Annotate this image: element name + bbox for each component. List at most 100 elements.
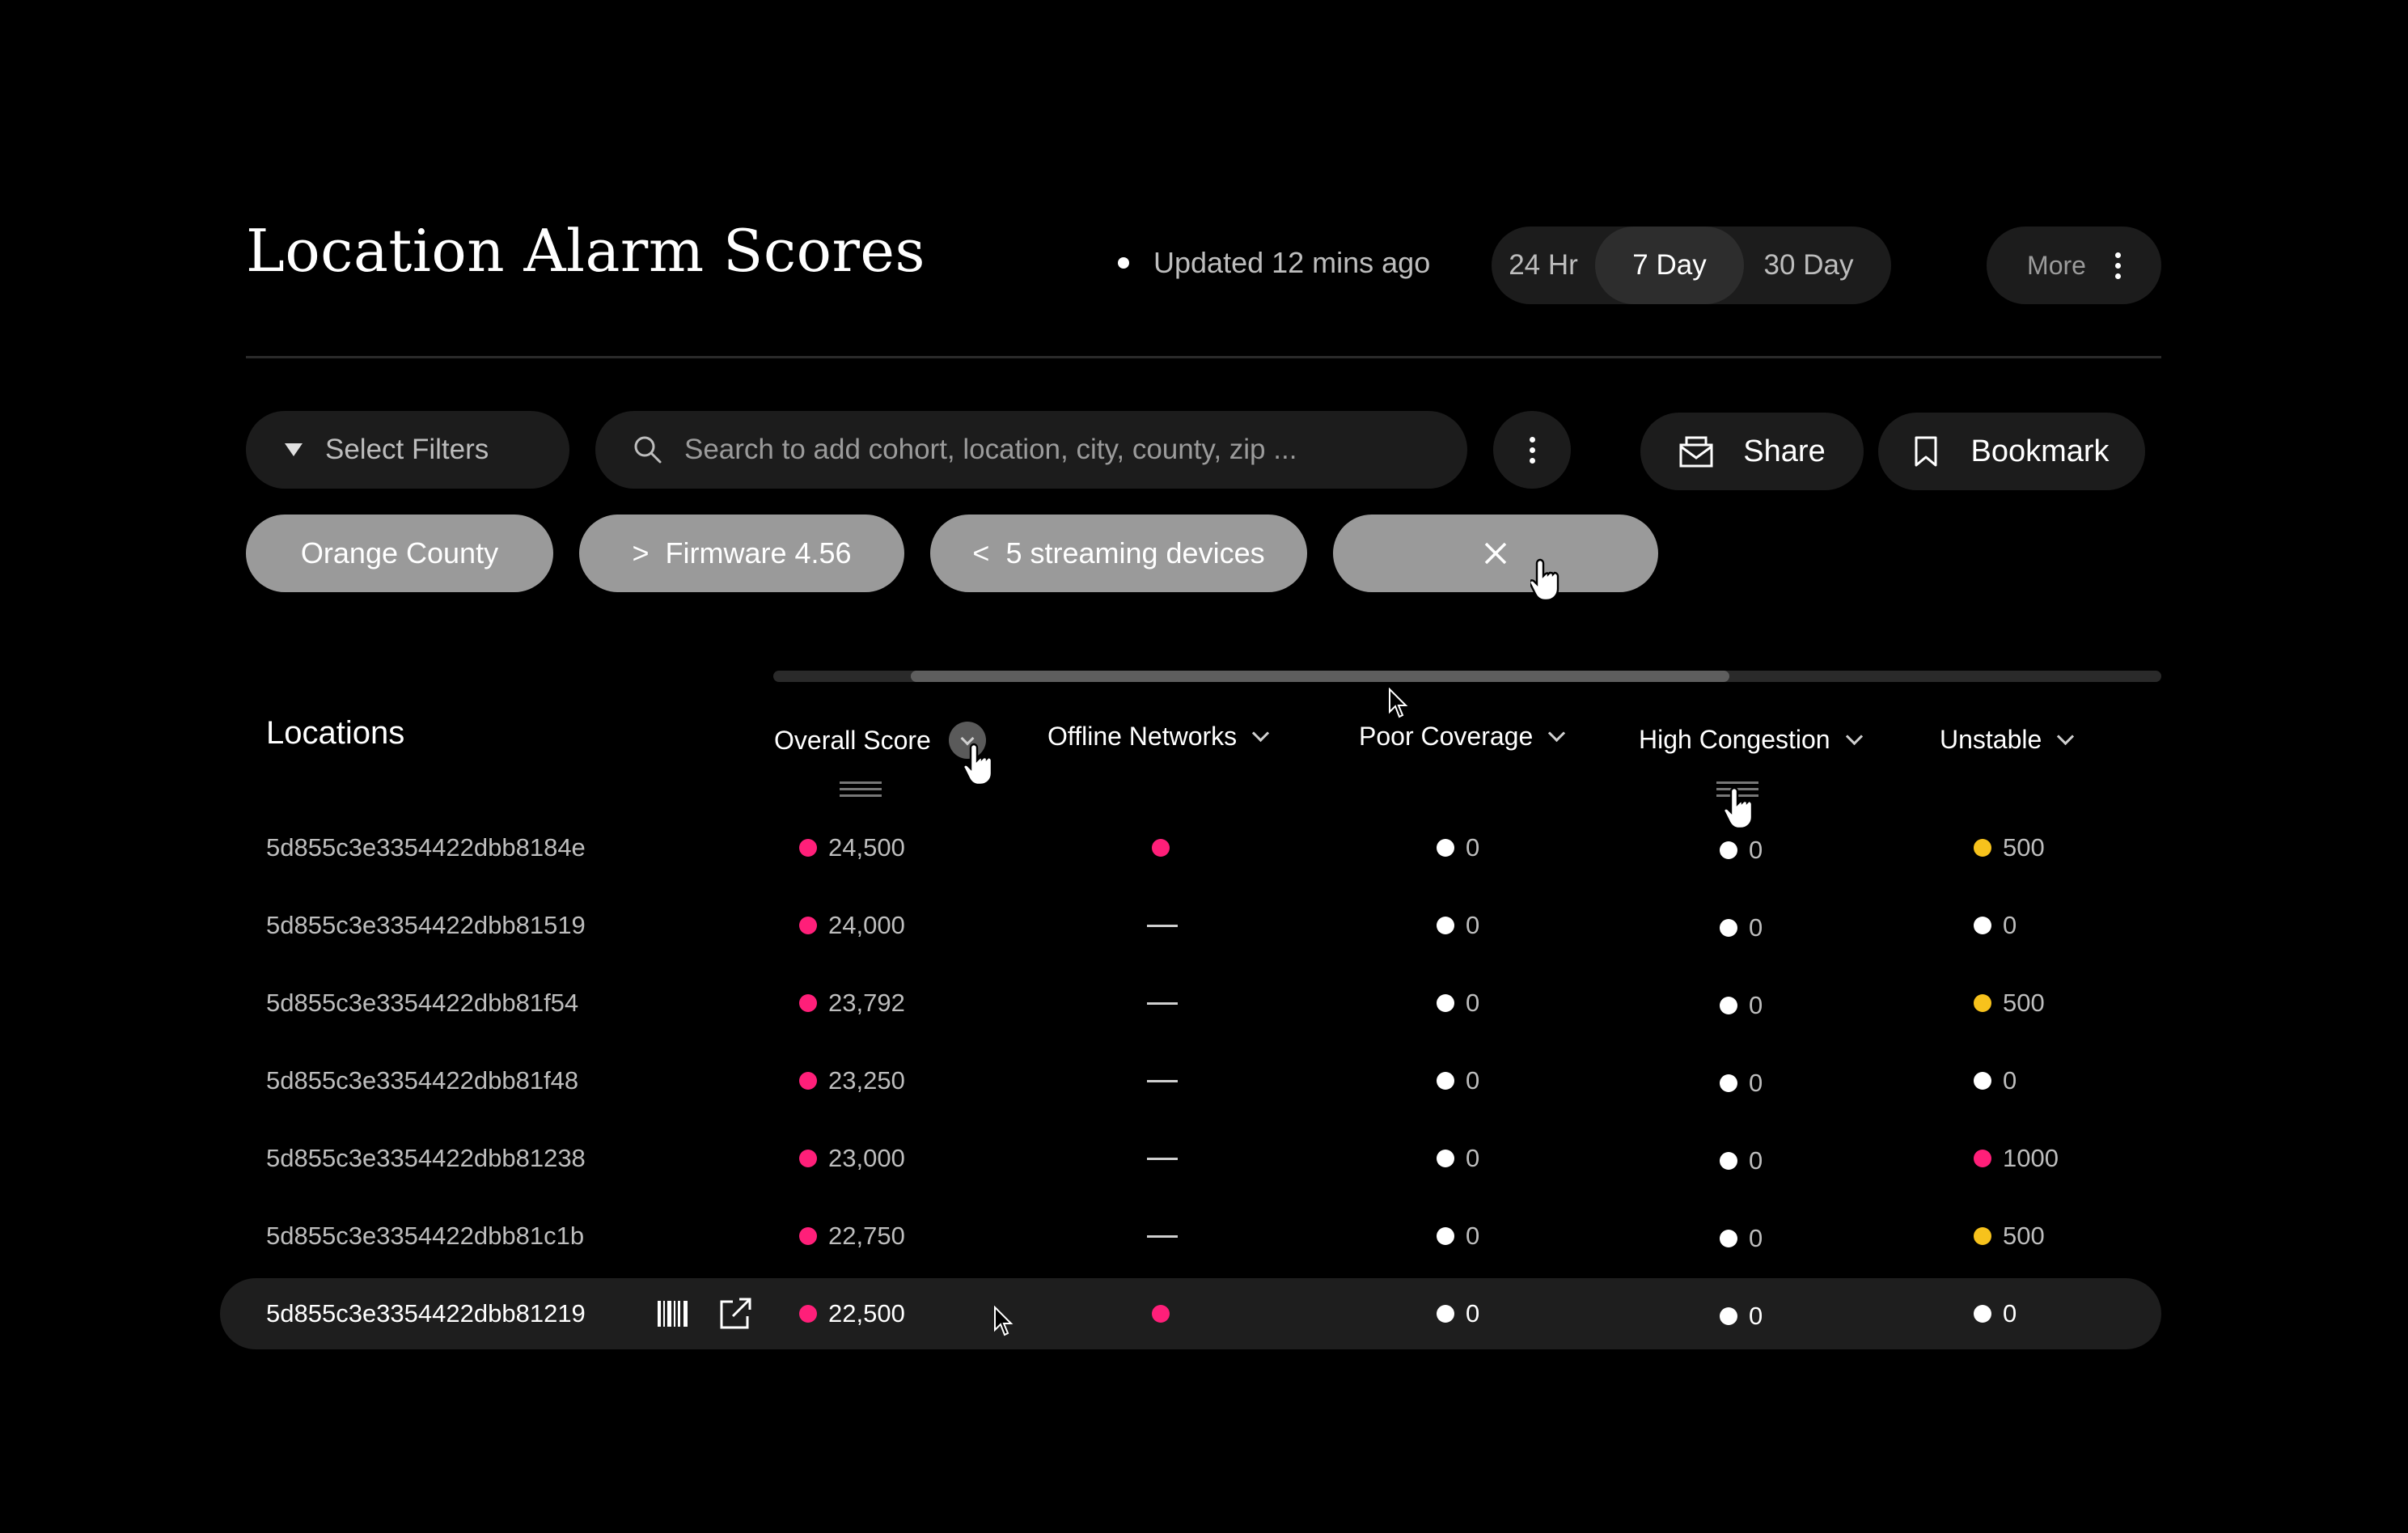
cell-value: 0	[1466, 1066, 1480, 1095]
status-dot-icon	[799, 839, 817, 857]
overall-score-cell: 24,000	[799, 890, 905, 961]
unstable-cell: 0	[1974, 890, 2017, 961]
unstable-cell: 500	[1974, 812, 2045, 883]
range-7day-button[interactable]: 7 Day	[1595, 227, 1744, 304]
location-id: 5d855c3e3354422dbb81f48	[266, 1045, 578, 1116]
column-label: Unstable	[1940, 725, 2042, 754]
updated-status: Updated 12 mins ago	[1118, 246, 1430, 280]
status-dot-icon	[799, 1305, 817, 1323]
hand-cursor-icon	[964, 743, 993, 786]
offline-networks-cell	[1147, 1045, 1178, 1116]
unstable-cell: 500	[1974, 968, 2045, 1039]
chip-label: 5 streaming devices	[1005, 536, 1265, 570]
cell-value: 5d855c3e3354422dbb81c1b	[266, 1222, 585, 1250]
location-id: 5d855c3e3354422dbb81c1b	[266, 1201, 584, 1272]
filter-chip-firmware[interactable]: > Firmware 4.56	[579, 515, 904, 592]
location-id: 5d855c3e3354422dbb8184e	[266, 812, 586, 883]
table-row[interactable]: 5d855c3e3354422dbb81c1b 22,750 0 0 500	[220, 1201, 2161, 1272]
cell-value: 1000	[2003, 1144, 2059, 1172]
column-header-poor-coverage[interactable]: Poor Coverage	[1359, 722, 1566, 752]
column-header-unstable[interactable]: Unstable	[1940, 725, 2075, 755]
overall-score-cell: 23,250	[799, 1045, 905, 1116]
chip-operator: >	[632, 536, 650, 570]
status-dot-icon	[1152, 839, 1170, 857]
status-dot-icon	[1437, 1150, 1454, 1167]
empty-dash-icon	[1147, 1234, 1178, 1238]
chevron-down-icon[interactable]	[1548, 724, 1566, 743]
kebab-icon	[2114, 252, 2121, 279]
table-row[interactable]: 5d855c3e3354422dbb81219 22,500 0 0 0	[220, 1278, 2161, 1349]
empty-dash-icon	[1147, 924, 1178, 927]
unstable-cell: 1000	[1974, 1123, 2059, 1194]
range-24hr-button[interactable]: 24 Hr	[1492, 227, 1595, 304]
status-dot-icon	[1437, 1227, 1454, 1245]
filter-chip-streaming[interactable]: < 5 streaming devices	[930, 515, 1307, 592]
cell-value: 22,750	[828, 1222, 905, 1250]
horizontal-scrollbar-thumb[interactable]	[911, 671, 1729, 682]
empty-dash-icon	[1147, 1002, 1178, 1005]
share-button[interactable]: Share	[1640, 413, 1864, 490]
location-id: 5d855c3e3354422dbb81f54	[266, 968, 578, 1039]
status-dot-icon	[799, 1072, 817, 1090]
close-icon	[1484, 542, 1507, 565]
high-congestion-cell: 0	[1720, 1203, 1763, 1274]
unstable-cell: 0	[1974, 1278, 2017, 1349]
status-dot-icon	[1437, 917, 1454, 934]
cell-value: 23,250	[828, 1066, 905, 1095]
status-dot-icon	[799, 994, 817, 1012]
column-header-offline-networks[interactable]: Offline Networks	[1047, 722, 1270, 752]
kebab-icon	[1529, 436, 1535, 464]
chip-operator: <	[972, 536, 990, 570]
cell-value: 500	[2003, 833, 2045, 862]
table-row[interactable]: 5d855c3e3354422dbb8184e 24,500 0 0 500	[220, 812, 2161, 883]
filter-triangle-icon	[285, 443, 303, 456]
cell-value: 0	[1466, 833, 1480, 862]
table-row[interactable]: 5d855c3e3354422dbb81f54 23,792 0 0 500	[220, 968, 2161, 1039]
range-30day-button[interactable]: 30 Day	[1744, 227, 1873, 304]
status-dot-icon	[799, 1227, 817, 1245]
status-dot-icon	[1974, 917, 1991, 934]
cell-value: 23,000	[828, 1144, 905, 1172]
cell-value: 5d855c3e3354422dbb81f48	[266, 1066, 579, 1095]
poor-coverage-cell: 0	[1437, 1123, 1479, 1194]
arrow-cursor-icon	[994, 1306, 1014, 1336]
page-title: Location Alarm Scores	[246, 217, 925, 285]
filter-options-button[interactable]	[1493, 411, 1571, 489]
chip-label: Orange County	[300, 536, 499, 570]
more-button[interactable]: More	[1987, 227, 2161, 304]
arrow-cursor-icon	[1389, 688, 1408, 718]
offline-networks-cell	[1152, 812, 1181, 883]
chevron-down-icon[interactable]	[1845, 727, 1863, 746]
overall-score-cell: 22,500	[799, 1278, 905, 1349]
status-dot-icon	[1720, 997, 1737, 1014]
barcode-icon[interactable]	[657, 1300, 689, 1328]
high-congestion-cell: 0	[1720, 1048, 1763, 1119]
cell-value: 24,000	[828, 911, 905, 939]
bookmark-icon	[1915, 436, 1937, 467]
select-filters-button[interactable]: Select Filters	[246, 411, 569, 489]
status-dot-icon	[1437, 839, 1454, 857]
table-row[interactable]: 5d855c3e3354422dbb81519 24,000 0 0 0	[220, 890, 2161, 961]
search-input[interactable]: Search to add cohort, location, city, co…	[595, 411, 1467, 489]
column-header-overall-score[interactable]: Overall Score	[774, 722, 986, 759]
table-row[interactable]: 5d855c3e3354422dbb81238 23,000 0 0 1000	[220, 1123, 2161, 1194]
locations-column-title: Locations	[266, 715, 405, 751]
filter-chip-county[interactable]: Orange County	[246, 515, 553, 592]
chevron-down-icon[interactable]	[1252, 724, 1270, 743]
external-link-icon[interactable]	[718, 1297, 752, 1331]
column-header-high-congestion[interactable]: High Congestion	[1639, 725, 1863, 755]
search-icon	[634, 436, 662, 464]
row-actions	[657, 1278, 752, 1349]
cell-value: 23,792	[828, 989, 905, 1017]
cell-value: 0	[1749, 991, 1763, 1019]
clear-filters-button[interactable]	[1333, 515, 1658, 592]
high-congestion-cell: 0	[1720, 970, 1763, 1041]
chevron-down-icon[interactable]	[2057, 727, 2075, 746]
table-row[interactable]: 5d855c3e3354422dbb81f48 23,250 0 0 0	[220, 1045, 2161, 1116]
cell-value: 0	[1466, 1222, 1480, 1250]
header-divider	[246, 356, 2161, 358]
drag-handle-icon[interactable]	[840, 781, 882, 797]
bookmark-button[interactable]: Bookmark	[1878, 413, 2145, 490]
cell-value: 5d855c3e3354422dbb81519	[266, 911, 586, 939]
empty-dash-icon	[1147, 1079, 1178, 1082]
